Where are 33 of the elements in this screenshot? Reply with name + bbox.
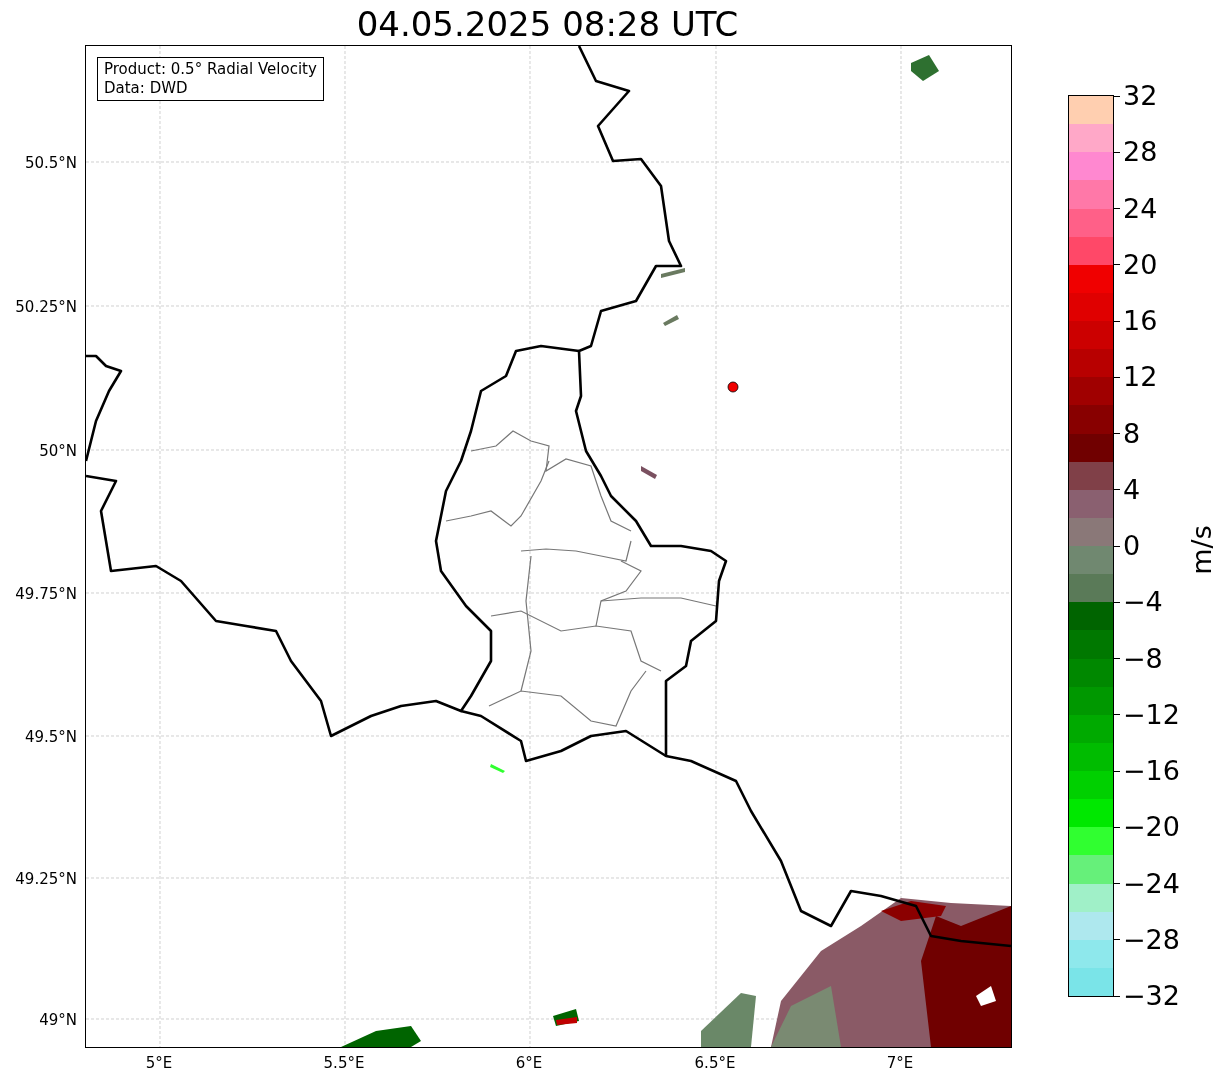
axis-tick-label: 6°E [515,1054,543,1072]
info-text: Product: 0.5° Radial Velocity [104,60,317,79]
axis-tick-label: 50.25°N [15,298,77,316]
axis-tick-label: 5.5°E [323,1054,365,1072]
colorbar-tick-label: −20 [1123,811,1180,844]
axis-tick-label: 49.5°N [24,728,77,746]
colorbar-tick-label: −4 [1123,586,1163,619]
colorbar-tick-label: 32 [1123,80,1158,112]
colorbar-tick-label: −28 [1123,923,1180,956]
colorbar-label: m/s [1186,525,1218,575]
axis-tick-label: 49°N [39,1011,77,1029]
axis-tick-label: 7°E [886,1054,914,1072]
colorbar-tick-label: −32 [1123,980,1180,1012]
colorbar-tick-label: 28 [1123,136,1158,169]
colorbar-tick-label: −24 [1123,867,1180,900]
colorbar-tick-label: 0 [1123,530,1141,562]
axis-tick-label: 5°E [145,1054,173,1072]
axis-tick-label: 6.5°E [694,1054,736,1072]
colorbar-tick-label: 8 [1123,417,1141,450]
axis-tick-label: 49.75°N [15,585,77,603]
colorbar-tick-label: 4 [1123,473,1141,506]
colorbar-tick-label: 12 [1123,361,1158,394]
colorbar-tick-label: −8 [1123,642,1163,675]
colorbar-tick-label: 24 [1123,192,1158,225]
colorbar-tick-label: 20 [1123,248,1158,281]
colorbar-tick-label: −12 [1123,698,1180,731]
plot-title: 04.05.2025 08:28 UTC [356,4,739,44]
colorbar-tick-label: −16 [1123,755,1180,787]
axis-tick-label: 49.25°N [15,870,77,888]
colorbar-tick-label: 16 [1123,305,1158,337]
axis-tick-label: 50.5°N [24,154,77,172]
info-text: Data: DWD [104,79,189,98]
axis-tick-label: 50°N [39,442,77,460]
